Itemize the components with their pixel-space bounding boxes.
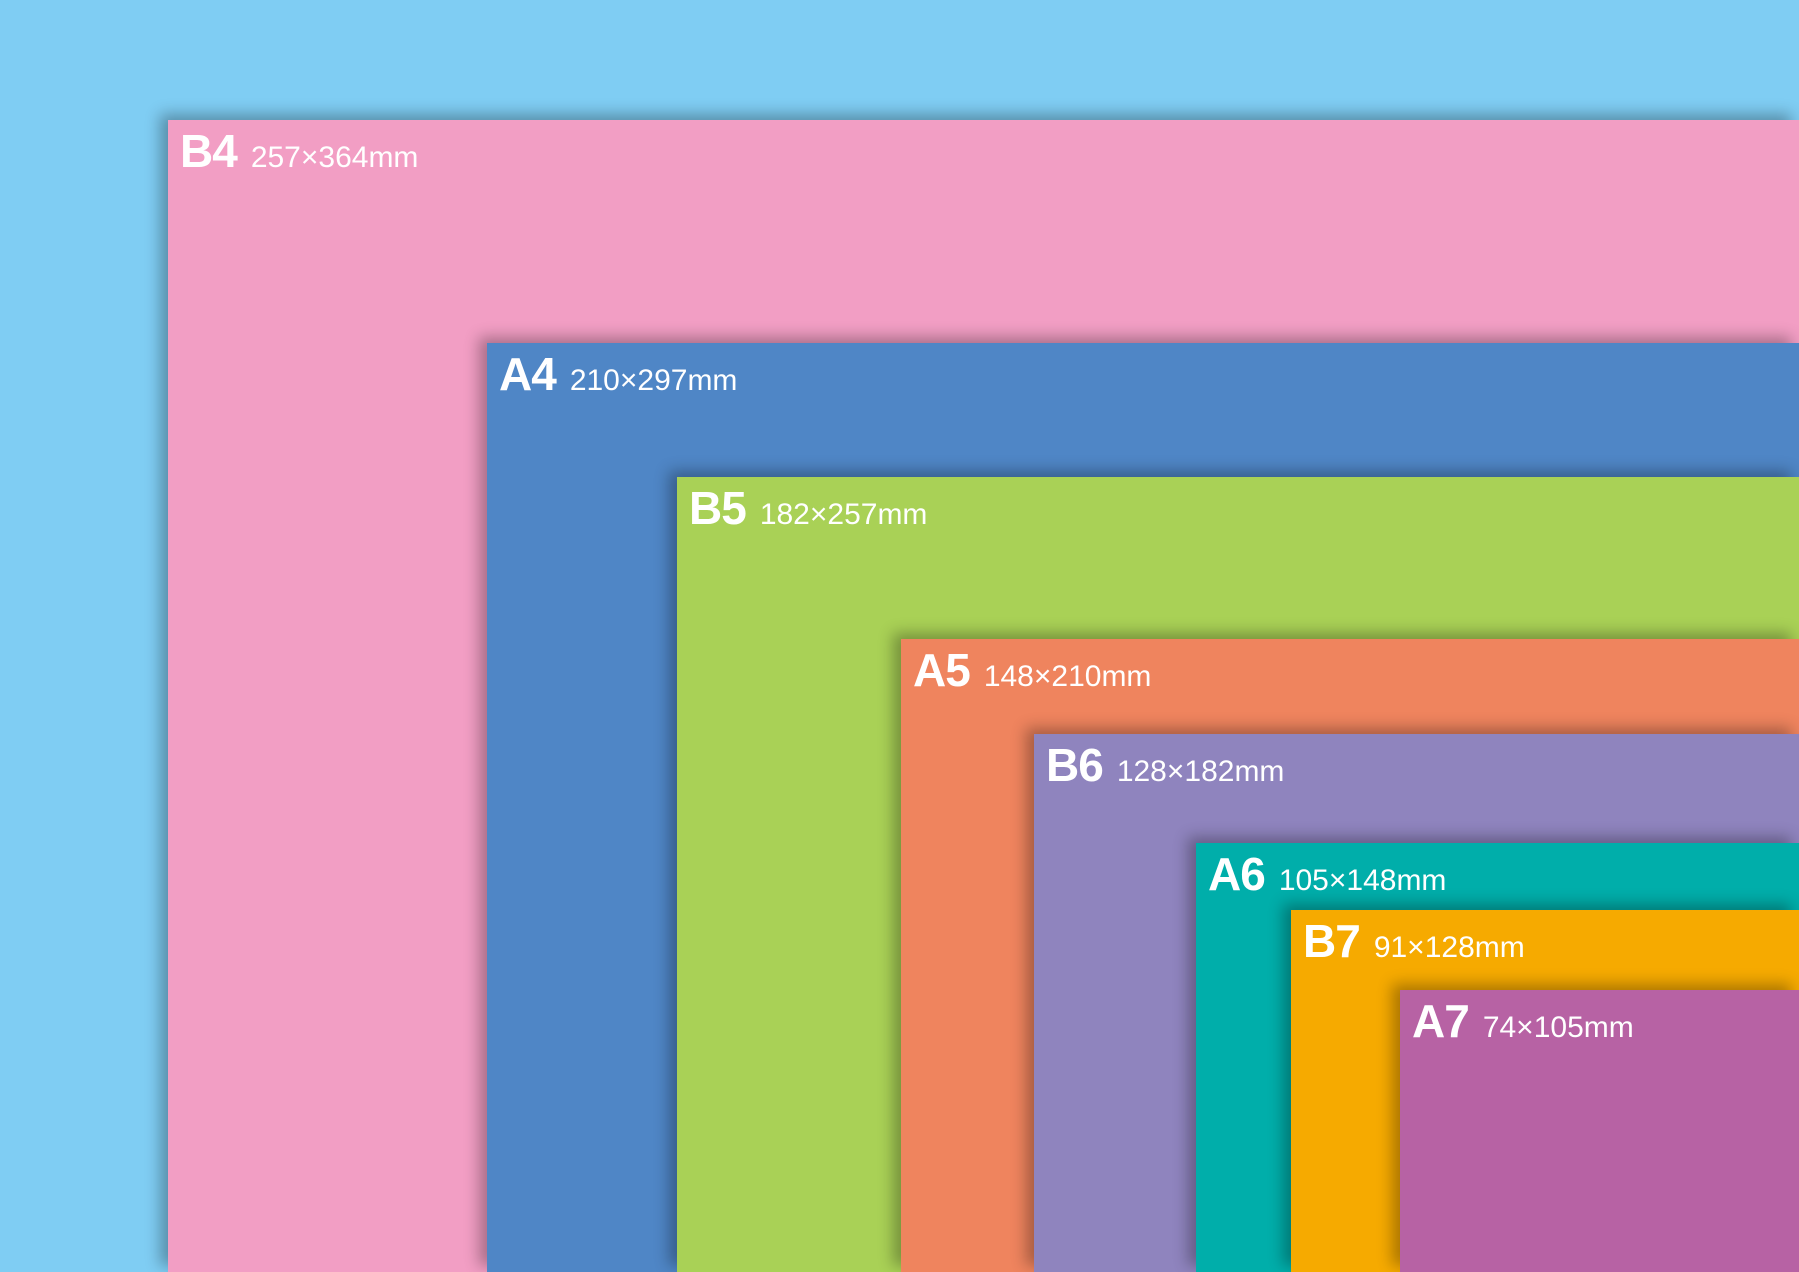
sheet-name: A5 xyxy=(913,644,971,696)
sheet-name: A6 xyxy=(1208,848,1266,900)
sheet-name: A7 xyxy=(1412,995,1470,1047)
sheet-dimensions: 257×364mm xyxy=(250,141,419,174)
sheet-label: A4 210×297mm xyxy=(499,351,737,397)
sheet-name: A4 xyxy=(499,348,557,400)
sheet-dimensions: 148×210mm xyxy=(983,660,1152,693)
sheet-label: A5 148×210mm xyxy=(913,647,1151,693)
sheet-dimensions: 105×148mm xyxy=(1278,864,1447,897)
sheet-label: B6 128×182mm xyxy=(1046,742,1284,788)
sheet-dimensions: 128×182mm xyxy=(1116,755,1285,788)
sheet-name: B4 xyxy=(180,125,238,177)
sheet-name: B5 xyxy=(689,482,747,534)
sheet-dimensions: 91×128mm xyxy=(1373,931,1525,964)
sheet-a7: A7 74×105mm xyxy=(1400,990,1799,1272)
sheet-dimensions: 182×257mm xyxy=(759,498,928,531)
sheet-dimensions: 210×297mm xyxy=(569,364,738,397)
sheet-name: B6 xyxy=(1046,739,1104,791)
sheet-name: B7 xyxy=(1303,915,1361,967)
sheet-label: B4 257×364mm xyxy=(180,128,418,174)
sheet-label: B7 91×128mm xyxy=(1303,918,1525,964)
sheet-label: A7 74×105mm xyxy=(1412,998,1634,1044)
sheet-label: B5 182×257mm xyxy=(689,485,927,531)
sheet-label: A6 105×148mm xyxy=(1208,851,1446,897)
paper-size-diagram: B4 257×364mm A4 210×297mm B5 182×257mm A… xyxy=(0,0,1799,1272)
sheet-dimensions: 74×105mm xyxy=(1482,1011,1634,1044)
